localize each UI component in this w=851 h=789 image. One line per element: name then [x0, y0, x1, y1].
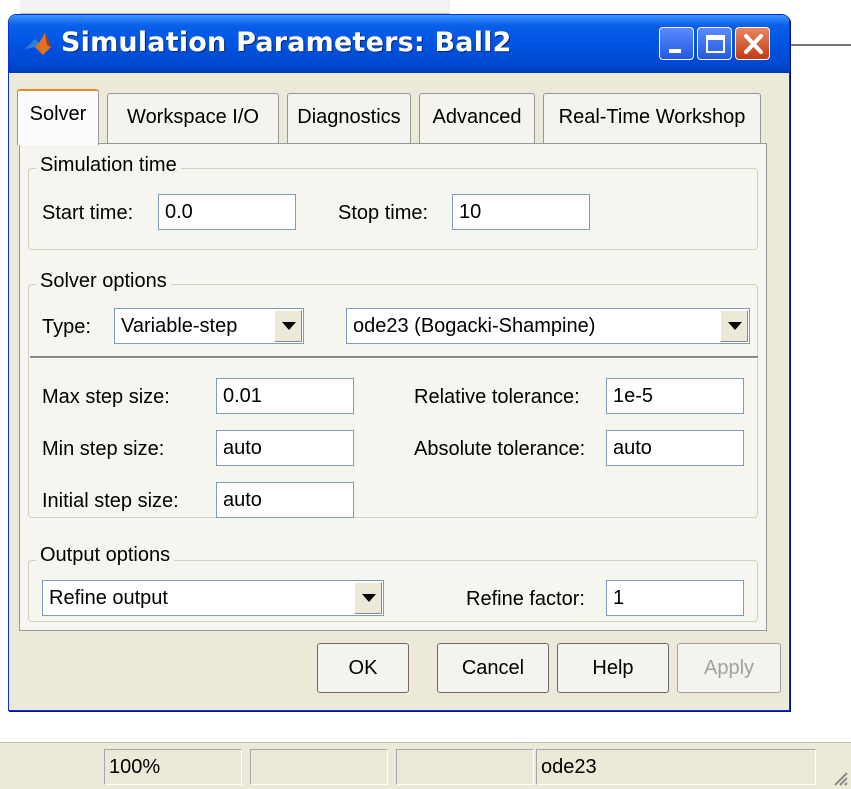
status-zoom: 100% [104, 749, 242, 785]
tab-solver[interactable]: Solver [17, 89, 99, 145]
title-bar[interactable]: Simulation Parameters: Ball2 [9, 15, 789, 73]
status-bar: 100% ode23 [0, 742, 851, 789]
matlab-logo-icon [25, 33, 51, 55]
simulation-parameters-dialog: Simulation Parameters: Ball2 Solver Work… [8, 14, 790, 711]
maximize-button[interactable] [697, 27, 732, 60]
absolute-tolerance-label: Absolute tolerance: [414, 438, 586, 460]
maximize-icon [706, 35, 725, 53]
status-solver: ode23 [536, 749, 816, 785]
background-window-edge [790, 44, 851, 46]
initial-step-size-label: Initial step size: [42, 490, 179, 512]
relative-tolerance-label: Relative tolerance: [414, 386, 580, 408]
background-toolbar [20, 0, 450, 14]
ok-button[interactable]: OK [317, 643, 409, 693]
apply-button[interactable]: Apply [677, 643, 781, 693]
output-options-dropdown-button[interactable] [354, 582, 382, 614]
cancel-button[interactable]: Cancel [437, 643, 549, 693]
tab-real-time-workshop[interactable]: Real-Time Workshop [543, 93, 761, 143]
stop-time-label: Stop time: [338, 202, 429, 224]
chevron-down-icon [362, 594, 376, 602]
refine-factor-label: Refine factor: [466, 588, 585, 610]
start-time-field[interactable]: 0.0 [158, 194, 296, 230]
solver-type-select[interactable]: Variable-step [114, 308, 304, 344]
window-title: Simulation Parameters: Ball2 [61, 27, 512, 58]
solver-type-value: Variable-step [121, 315, 238, 337]
refine-factor-field[interactable]: 1 [606, 580, 744, 616]
status-cell-empty-1 [250, 749, 388, 785]
status-cell-empty-2 [396, 749, 534, 785]
chevron-down-icon [282, 322, 296, 330]
tab-advanced[interactable]: Advanced [419, 93, 535, 143]
start-time-label: Start time: [42, 202, 134, 224]
help-button[interactable]: Help [557, 643, 669, 693]
solver-select[interactable]: ode23 (Bogacki-Shampine) [346, 308, 750, 344]
output-options-label: Output options [36, 544, 175, 567]
solver-value: ode23 (Bogacki-Shampine) [353, 315, 596, 337]
tab-workspace-io[interactable]: Workspace I/O [107, 93, 279, 143]
relative-tolerance-field[interactable]: 1e-5 [606, 378, 744, 414]
initial-step-size-field[interactable]: auto [216, 482, 354, 518]
solver-dropdown-button[interactable] [720, 310, 748, 342]
max-step-size-label: Max step size: [42, 386, 170, 408]
stop-time-field[interactable]: 10 [452, 194, 590, 230]
output-options-select[interactable]: Refine output [42, 580, 384, 616]
output-options-value: Refine output [49, 587, 168, 609]
solver-tab-panel: Simulation time Start time: 0.0 Stop tim… [19, 143, 767, 631]
min-step-size-field[interactable]: auto [216, 430, 354, 466]
minimize-icon [669, 49, 681, 53]
resize-grip-icon[interactable] [829, 767, 849, 787]
min-step-size-label: Min step size: [42, 438, 165, 460]
minimize-button[interactable] [659, 27, 694, 60]
tab-diagnostics[interactable]: Diagnostics [287, 93, 411, 143]
close-icon [744, 34, 763, 54]
type-label: Type: [42, 316, 91, 338]
solver-type-dropdown-button[interactable] [274, 310, 302, 342]
close-button[interactable] [735, 27, 770, 60]
absolute-tolerance-field[interactable]: auto [606, 430, 744, 466]
chevron-down-icon [728, 322, 742, 330]
solver-options-separator [30, 356, 758, 359]
simulation-time-label: Simulation time [36, 154, 181, 177]
solver-options-label: Solver options [36, 270, 171, 293]
max-step-size-field[interactable]: 0.01 [216, 378, 354, 414]
